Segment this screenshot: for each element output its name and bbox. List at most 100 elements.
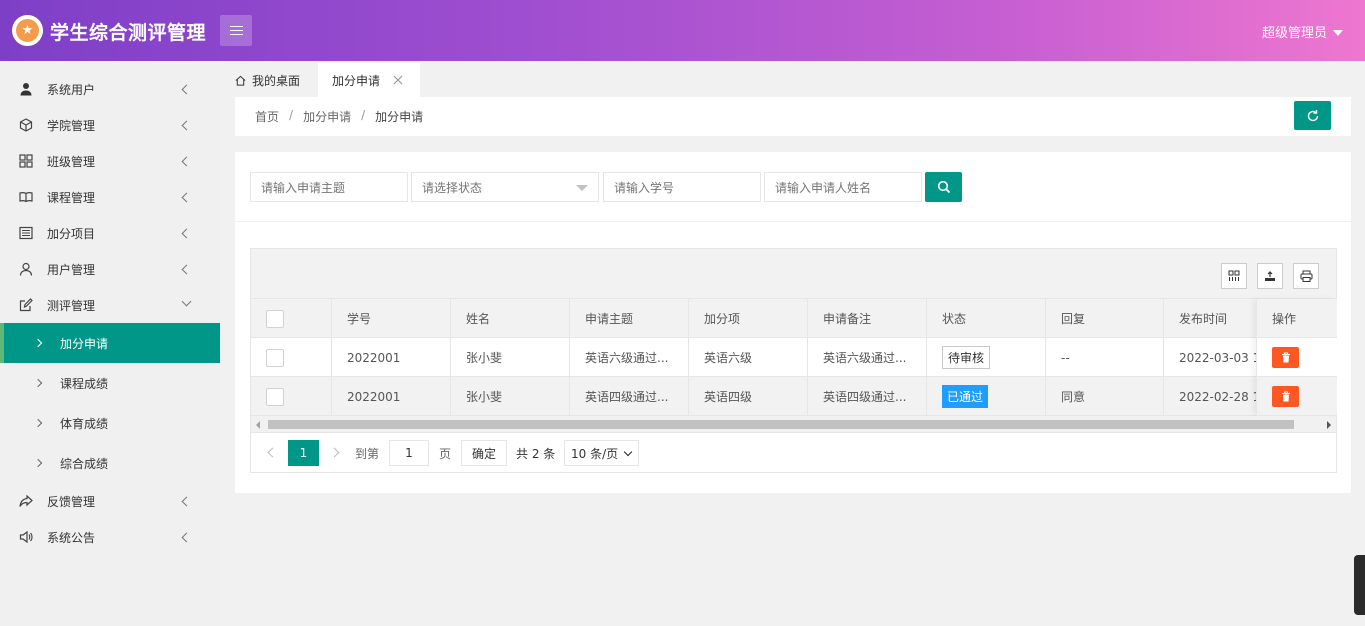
goto-confirm-button[interactable]: 确定 — [461, 440, 507, 466]
sidebar-subitem-course-score[interactable]: 课程成绩 — [0, 363, 220, 403]
star-icon: ★ — [16, 19, 39, 42]
sidebar-item-course[interactable]: 课程管理 — [0, 179, 220, 215]
status-select[interactable]: 请选择状态 — [411, 172, 599, 202]
row-checkbox[interactable] — [266, 348, 284, 367]
menu-toggle-button[interactable] — [220, 15, 252, 46]
breadcrumb: 首页 / 加分申请 / 加分申请 — [255, 108, 423, 125]
user-icon — [19, 82, 33, 96]
operation-cell — [1257, 377, 1337, 416]
cell-reply: -- — [1046, 338, 1164, 377]
chevron-down-icon — [181, 296, 192, 307]
search-icon — [937, 180, 950, 194]
sidebar-subitem-pe-score[interactable]: 体育成绩 — [0, 403, 220, 443]
student-no-input[interactable]: 请输入学号 — [603, 172, 761, 202]
column-header[interactable]: 加分项 — [689, 299, 808, 338]
select-all-checkbox[interactable] — [266, 309, 284, 328]
chevron-right-icon — [33, 418, 43, 428]
tab-label: 加分申请 — [332, 73, 381, 88]
cell-time: 2022-02-28 1 — [1179, 389, 1256, 404]
chevron-right-icon — [33, 378, 43, 388]
delete-button[interactable] — [1272, 346, 1299, 368]
sidebar-subitem-label: 课程成绩 — [60, 377, 109, 391]
cell-student-no: 2022001 — [332, 338, 451, 377]
search-button[interactable] — [925, 172, 962, 202]
row-checkbox-cell — [251, 338, 332, 377]
chevron-right-icon — [33, 338, 43, 348]
name-input[interactable]: 请输入申请人姓名 — [764, 172, 922, 202]
table-row: 2022001 张小斐 英语六级通过... 英语六级 英语六级通过... 待审核… — [251, 338, 1336, 377]
sidebar-item-college[interactable]: 学院管理 — [0, 107, 220, 143]
column-header[interactable]: 申请备注 — [808, 299, 927, 338]
column-header[interactable]: 姓名 — [451, 299, 570, 338]
floating-widget[interactable] — [1354, 555, 1365, 615]
page-size-label: 10 条/页 — [571, 446, 619, 461]
delete-button[interactable] — [1272, 385, 1299, 407]
chevron-down-icon — [623, 447, 633, 457]
sidebar-item-notice[interactable]: 系统公告 — [0, 519, 220, 555]
subject-input[interactable]: 请输入申请主题 — [250, 172, 408, 202]
trash-icon — [1281, 351, 1290, 362]
breadcrumb-current: 加分申请 — [375, 110, 424, 124]
row-checkbox[interactable] — [266, 387, 284, 406]
sidebar-item-user-mgmt[interactable]: 用户管理 — [0, 251, 220, 287]
export-button[interactable] — [1257, 263, 1283, 289]
page-label: 页 — [439, 447, 452, 461]
sidebar-item-feedback[interactable]: 反馈管理 — [0, 483, 220, 519]
refresh-button[interactable] — [1294, 101, 1331, 130]
breadcrumb-separator: / — [361, 108, 366, 122]
chevron-left-icon — [181, 192, 192, 202]
cell-subject: 英语六级通过... — [570, 338, 689, 377]
sidebar-item-system-users[interactable]: 系统用户 — [0, 71, 220, 107]
scroll-right-icon[interactable] — [1327, 421, 1331, 429]
chevron-right-icon — [33, 458, 43, 468]
column-header[interactable]: 回复 — [1046, 299, 1164, 338]
goto-page-input[interactable]: 1 — [389, 440, 429, 466]
column-header[interactable]: 申请主题 — [570, 299, 689, 338]
sidebar-item-class[interactable]: 班级管理 — [0, 143, 220, 179]
breadcrumb-home[interactable]: 首页 — [255, 108, 279, 125]
breadcrumb-item[interactable]: 加分申请 — [303, 108, 351, 125]
page-current[interactable]: 1 — [288, 440, 319, 466]
print-button[interactable] — [1293, 263, 1319, 289]
user-menu[interactable]: 超级管理员 — [1262, 22, 1343, 41]
sidebar-item-bonus[interactable]: 加分项目 — [0, 215, 220, 251]
cell-student-no: 2022001 — [332, 377, 451, 416]
horizontal-scrollbar[interactable] — [251, 416, 1336, 433]
scroll-left-icon[interactable] — [256, 421, 260, 429]
export-icon — [1265, 271, 1275, 281]
user-menu-label: 超级管理员 — [1261, 26, 1327, 41]
status-badge: 已通过 — [942, 385, 989, 408]
sidebar-item-label: 测评管理 — [47, 298, 96, 313]
page-size-select[interactable]: 10 条/页 — [564, 440, 639, 466]
sidebar-subitem-overall-score[interactable]: 综合成绩 — [0, 443, 220, 483]
chevron-left-icon — [181, 120, 192, 130]
logo: ★ — [12, 15, 43, 46]
tab-bonus-apply[interactable]: 加分申请 — [318, 63, 420, 97]
column-header[interactable]: 发布时间 — [1164, 299, 1256, 338]
sidebar-subitem-label: 加分申请 — [60, 337, 109, 351]
sidebar-subitem-bonus-apply[interactable]: 加分申请 — [0, 323, 220, 363]
refresh-icon — [1307, 109, 1318, 121]
home-icon — [235, 75, 246, 86]
next-page-icon[interactable] — [329, 447, 340, 458]
breadcrumb-bar: 首页 / 加分申请 / 加分申请 — [235, 97, 1351, 136]
book-icon — [19, 190, 33, 204]
table-row: 2022001 张小斐 英语四级通过... 英语四级 英语四级通过... 已通过… — [251, 377, 1336, 416]
sidebar-item-evaluation[interactable]: 测评管理 — [0, 287, 220, 323]
main-card: 请输入申请主题 请选择状态 请输入学号 请输入申请人姓名 学号 姓名 申请主题 … — [235, 152, 1351, 493]
data-table: 学号 姓名 申请主题 加分项 申请备注 状态 回复 发布时间 2022001 张… — [250, 248, 1337, 473]
column-header[interactable]: 学号 — [332, 299, 451, 338]
operation-column: 操作 — [1256, 299, 1337, 416]
cell-name: 张小斐 — [451, 338, 570, 377]
table-toolbar — [251, 249, 1336, 299]
tab-desktop[interactable]: 我的桌面 — [220, 63, 317, 97]
scrollbar-thumb[interactable] — [268, 420, 1294, 429]
sidebar-item-label: 课程管理 — [47, 190, 96, 205]
sidebar-item-label: 加分项目 — [47, 226, 96, 241]
sidebar-item-label: 反馈管理 — [47, 494, 96, 509]
prev-page-icon[interactable] — [267, 447, 278, 458]
sidebar-item-label: 系统公告 — [47, 530, 96, 545]
close-icon[interactable] — [393, 75, 403, 85]
column-header[interactable]: 状态 — [927, 299, 1046, 338]
columns-filter-button[interactable] — [1221, 263, 1247, 289]
